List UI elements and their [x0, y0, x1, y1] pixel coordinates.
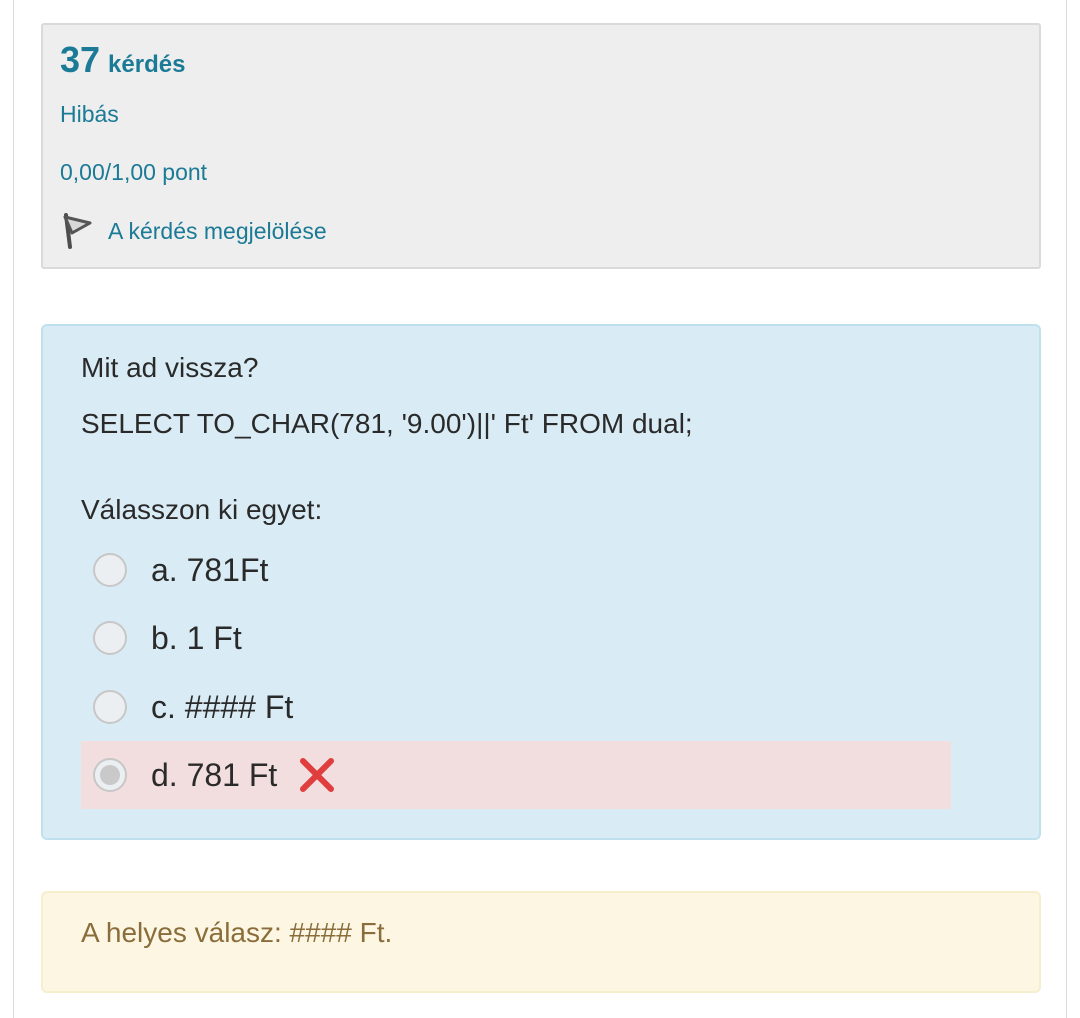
answer-option-b[interactable]: b. 1 Ft: [81, 604, 951, 672]
flag-icon: [60, 211, 94, 251]
answer-radio-d-selected[interactable]: [93, 758, 127, 792]
answer-option-d[interactable]: d. 781 Ft: [81, 741, 951, 809]
question-number: 37 kérdés: [60, 39, 185, 81]
answer-label-c: c. #### Ft: [151, 688, 294, 725]
answer-label-d: d. 781 Ft: [151, 756, 278, 793]
question-text-line-2: SELECT TO_CHAR(781, '9.00')||' Ft' FROM …: [81, 408, 693, 439]
question-state: Hibás: [60, 101, 119, 127]
answer-prompt: Válasszon ki egyet:: [81, 494, 323, 525]
feedback-panel: A helyes válasz: #### Ft.: [41, 891, 1041, 993]
answer-radio-a[interactable]: [93, 553, 127, 587]
answer-label-b: b. 1 Ft: [151, 619, 242, 656]
flag-question-link[interactable]: A kérdés megjelölése: [60, 211, 327, 251]
incorrect-x-icon: [299, 757, 335, 793]
answer-label-a: a. 781Ft: [151, 551, 269, 588]
radio-selected-dot: [100, 765, 120, 785]
answer-radio-b[interactable]: [93, 621, 127, 655]
question-content-panel: Mit ad vissza? SELECT TO_CHAR(781, '9.00…: [41, 324, 1041, 840]
question-number-word: kérdés: [108, 51, 186, 78]
answer-option-c[interactable]: c. #### Ft: [81, 673, 951, 741]
right-answer-text: A helyes válasz: #### Ft.: [81, 917, 393, 948]
answer-radio-c[interactable]: [93, 690, 127, 724]
flag-question-label: A kérdés megjelölése: [108, 217, 327, 244]
answer-option-a[interactable]: a. 781Ft: [81, 536, 951, 604]
question-grade: 0,00/1,00 pont: [60, 159, 208, 185]
question-text-line-1: Mit ad vissza?: [81, 352, 259, 383]
question-info-panel: 37 kérdés Hibás 0,00/1,00 pont A kérdés …: [41, 23, 1041, 269]
question-number-value: 37: [60, 39, 101, 80]
